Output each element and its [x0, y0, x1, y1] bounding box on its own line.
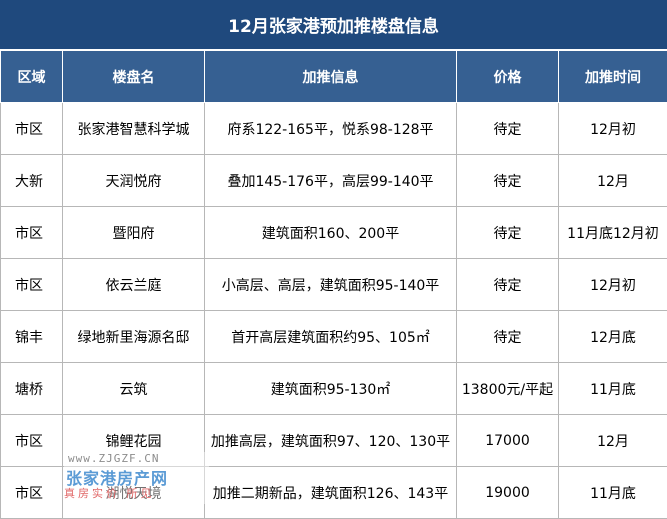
- cell-release-info: 小高层、高层，建筑面积95-140平: [205, 259, 457, 311]
- cell-release-info: 叠加145-176平，高层99-140平: [205, 155, 457, 207]
- header-release-time: 加推时间: [559, 51, 667, 103]
- cell-release-info: 建筑面积160、200平: [205, 207, 457, 259]
- header-region: 区域: [1, 51, 63, 103]
- header-row: 区域 楼盘名 加推信息 价格 加推时间: [1, 51, 667, 103]
- header-project-name: 楼盘名: [63, 51, 205, 103]
- table-row: 市区 锦鲤花园 加推高层，建筑面积97、120、130平 17000 12月: [1, 415, 667, 467]
- cell-price: 待定: [457, 259, 559, 311]
- cell-release-info: 建筑面积95-130㎡: [205, 363, 457, 415]
- cell-project-name: 绿地新里海源名邸: [63, 311, 205, 363]
- table-row: 市区 暨阳府 建筑面积160、200平 待定 11月底12月初: [1, 207, 667, 259]
- cell-project-name: 天润悦府: [63, 155, 205, 207]
- cell-release-time: 12月: [559, 155, 667, 207]
- cell-region: 市区: [1, 259, 63, 311]
- cell-price: 待定: [457, 155, 559, 207]
- table-row: 市区 张家港智慧科学城 府系122-165平，悦系98-128平 待定 12月初: [1, 103, 667, 155]
- cell-release-info: 府系122-165平，悦系98-128平: [205, 103, 457, 155]
- table-row: 市区 湖悦天境 加推二期新品，建筑面积126、143平 19000 11月底: [1, 467, 667, 519]
- cell-region: 市区: [1, 207, 63, 259]
- cell-release-info: 首开高层建筑面积约95、105㎡: [205, 311, 457, 363]
- cell-release-time: 12月初: [559, 259, 667, 311]
- cell-release-info: 加推二期新品，建筑面积126、143平: [205, 467, 457, 519]
- cell-project-name: 张家港智慧科学城: [63, 103, 205, 155]
- cell-project-name: 云筑: [63, 363, 205, 415]
- table-row: 市区 依云兰庭 小高层、高层，建筑面积95-140平 待定 12月初: [1, 259, 667, 311]
- cell-project-name: 锦鲤花园: [63, 415, 205, 467]
- listing-table: 区域 楼盘名 加推信息 价格 加推时间 市区 张家港智慧科学城 府系122-16…: [0, 50, 667, 519]
- cell-release-info: 加推高层，建筑面积97、120、130平: [205, 415, 457, 467]
- cell-price: 待定: [457, 311, 559, 363]
- cell-release-time: 11月底: [559, 363, 667, 415]
- cell-region: 市区: [1, 467, 63, 519]
- header-price: 价格: [457, 51, 559, 103]
- cell-region: 市区: [1, 415, 63, 467]
- cell-price: 17000: [457, 415, 559, 467]
- cell-project-name: 依云兰庭: [63, 259, 205, 311]
- cell-release-time: 12月初: [559, 103, 667, 155]
- cell-region: 塘桥: [1, 363, 63, 415]
- cell-release-time: 11月底12月初: [559, 207, 667, 259]
- header-release-info: 加推信息: [205, 51, 457, 103]
- cell-release-time: 11月底: [559, 467, 667, 519]
- table-row: 塘桥 云筑 建筑面积95-130㎡ 13800元/平起 11月底: [1, 363, 667, 415]
- cell-price: 待定: [457, 207, 559, 259]
- cell-price: 19000: [457, 467, 559, 519]
- cell-price: 13800元/平起: [457, 363, 559, 415]
- table-row: 大新 天润悦府 叠加145-176平，高层99-140平 待定 12月: [1, 155, 667, 207]
- table-title: 12月张家港预加推楼盘信息: [0, 0, 667, 50]
- cell-project-name: 暨阳府: [63, 207, 205, 259]
- cell-region: 锦丰: [1, 311, 63, 363]
- cell-region: 市区: [1, 103, 63, 155]
- cell-release-time: 12月底: [559, 311, 667, 363]
- cell-region: 大新: [1, 155, 63, 207]
- cell-project-name: 湖悦天境: [63, 467, 205, 519]
- cell-price: 待定: [457, 103, 559, 155]
- table-row: 锦丰 绿地新里海源名邸 首开高层建筑面积约95、105㎡ 待定 12月底: [1, 311, 667, 363]
- cell-release-time: 12月: [559, 415, 667, 467]
